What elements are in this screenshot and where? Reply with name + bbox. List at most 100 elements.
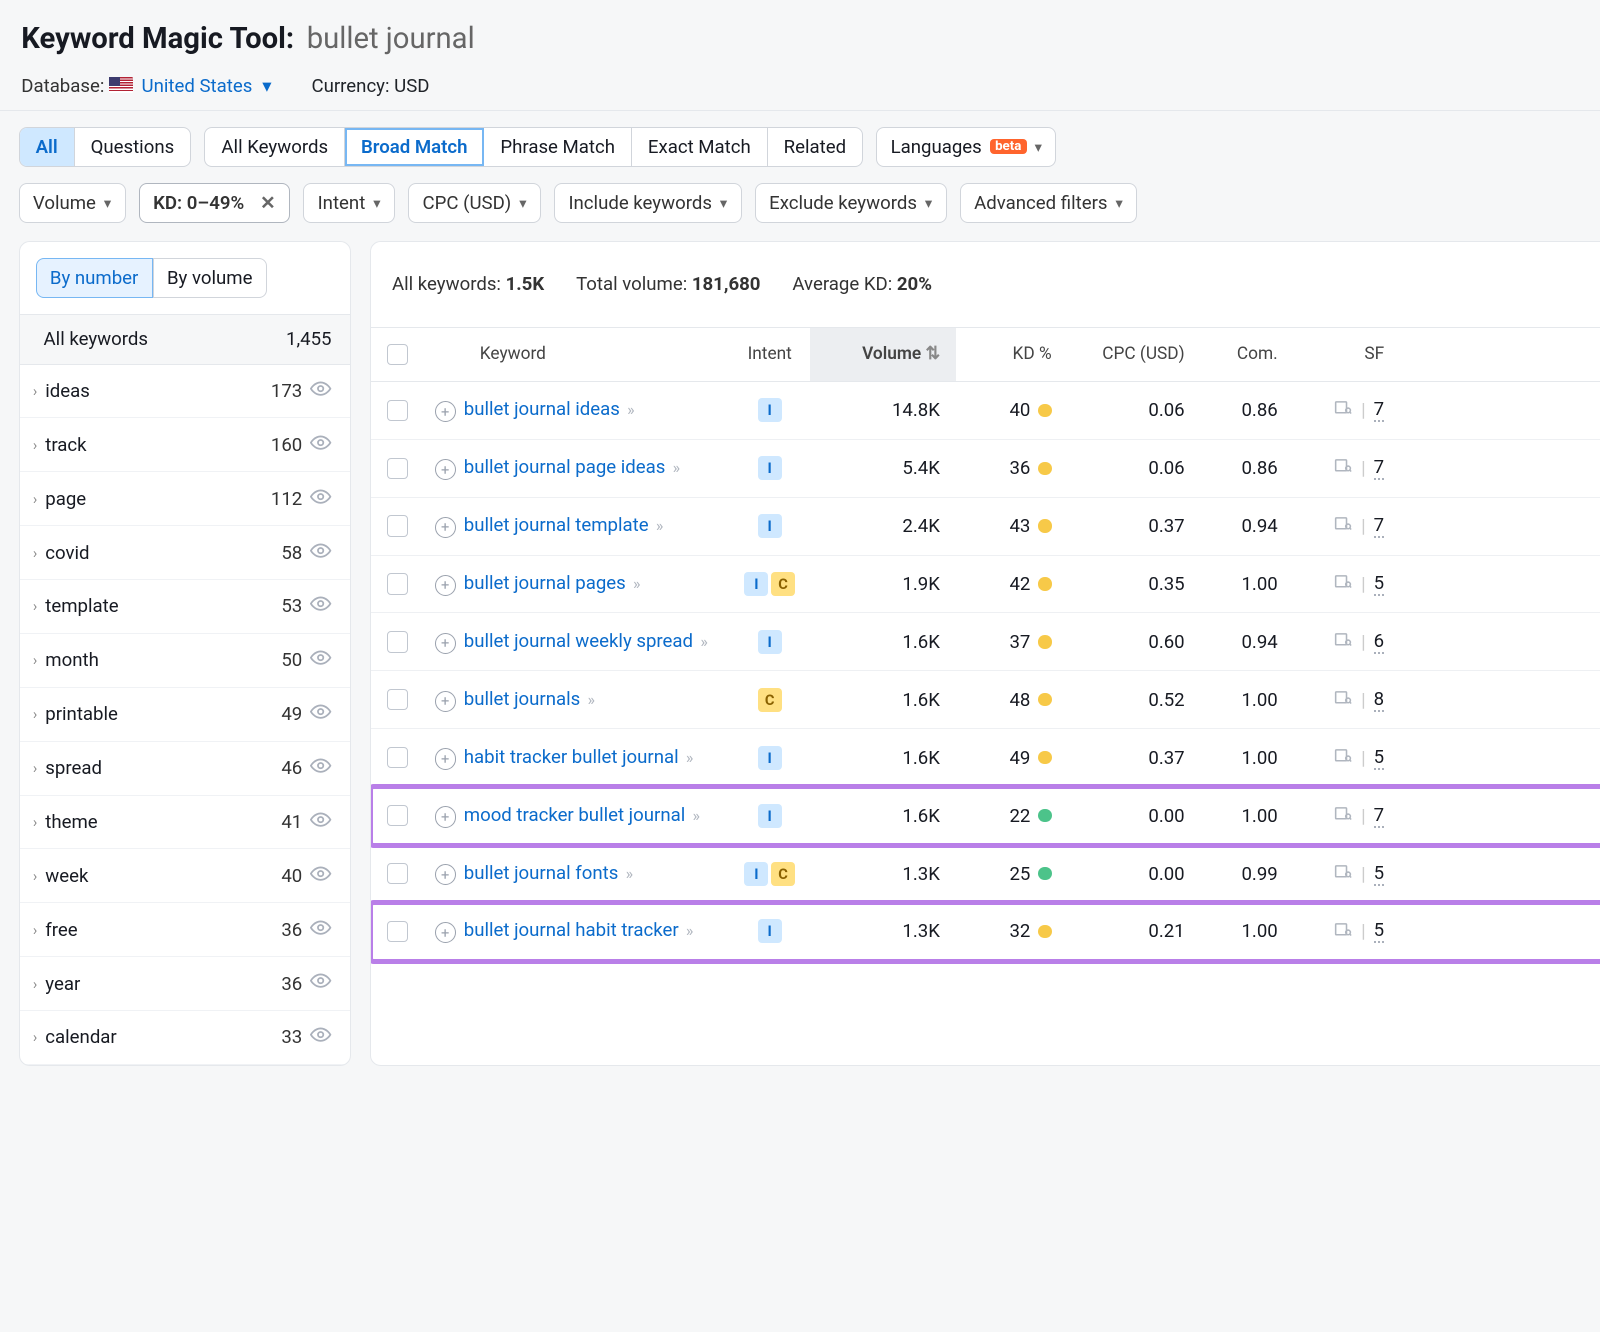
toggle-by-volume[interactable]: By volume bbox=[153, 258, 267, 298]
row-checkbox[interactable] bbox=[387, 863, 408, 884]
col-updated[interactable]: Updated bbox=[1395, 328, 1600, 381]
tab-broad-match[interactable]: Broad Match bbox=[345, 128, 484, 166]
eye-icon[interactable] bbox=[310, 593, 331, 619]
col-com[interactable]: Com. bbox=[1195, 328, 1288, 381]
eye-icon[interactable] bbox=[310, 970, 331, 996]
cell-sf[interactable]: | 5 bbox=[1288, 919, 1394, 943]
sidebar-item[interactable]: › week 40 bbox=[20, 849, 351, 903]
row-checkbox[interactable] bbox=[387, 805, 408, 826]
sidebar-item[interactable]: › page 112 bbox=[20, 472, 351, 526]
sidebar-item[interactable]: › theme 41 bbox=[20, 796, 351, 850]
filter-exclude[interactable]: Exclude keywords▾ bbox=[755, 183, 947, 223]
tab-exact-match[interactable]: Exact Match bbox=[632, 128, 768, 166]
tab-phrase-match[interactable]: Phrase Match bbox=[484, 128, 632, 166]
keyword-link[interactable]: mood tracker bullet journal bbox=[464, 804, 685, 826]
keyword-link[interactable]: habit tracker bullet journal bbox=[464, 746, 679, 768]
filter-cpc[interactable]: CPC (USD)▾ bbox=[408, 183, 541, 223]
cell-sf[interactable]: | 7 bbox=[1288, 804, 1394, 828]
add-keyword-icon[interactable]: + bbox=[435, 633, 456, 654]
filter-kd[interactable]: KD: 0–49% ✕ bbox=[139, 183, 290, 223]
keyword-link[interactable]: bullet journal page ideas bbox=[464, 456, 666, 478]
sidebar-item[interactable]: › printable 49 bbox=[20, 688, 351, 742]
filter-intent[interactable]: Intent▾ bbox=[303, 183, 395, 223]
eye-icon[interactable] bbox=[310, 755, 331, 781]
add-keyword-icon[interactable]: + bbox=[435, 748, 456, 769]
filter-advanced[interactable]: Advanced filters▾ bbox=[960, 183, 1137, 223]
sidebar-item[interactable]: › year 36 bbox=[20, 957, 351, 1011]
col-keyword[interactable]: Keyword bbox=[424, 328, 730, 381]
eye-icon[interactable] bbox=[310, 647, 331, 673]
row-checkbox[interactable] bbox=[387, 515, 408, 536]
col-kd[interactable]: KD % bbox=[956, 328, 1062, 381]
eye-icon[interactable] bbox=[310, 809, 331, 835]
cell-sf[interactable]: | 7 bbox=[1288, 456, 1394, 480]
row-checkbox[interactable] bbox=[387, 747, 408, 768]
filter-volume[interactable]: Volume▾ bbox=[19, 183, 126, 223]
keyword-link[interactable]: bullet journal pages bbox=[464, 572, 626, 594]
eye-icon[interactable] bbox=[310, 1024, 331, 1050]
add-keyword-icon[interactable]: + bbox=[435, 864, 456, 885]
row-checkbox[interactable] bbox=[387, 689, 408, 710]
sidebar-item[interactable]: › ideas 173 bbox=[20, 365, 351, 419]
filter-include[interactable]: Include keywords▾ bbox=[554, 183, 741, 223]
sidebar-item[interactable]: › template 53 bbox=[20, 580, 351, 634]
eye-icon[interactable] bbox=[310, 486, 331, 512]
sidebar-item-count: 41 bbox=[281, 811, 302, 833]
add-keyword-icon[interactable]: + bbox=[435, 401, 456, 422]
eye-icon[interactable] bbox=[310, 432, 331, 458]
close-icon[interactable]: ✕ bbox=[260, 192, 276, 214]
row-checkbox[interactable] bbox=[387, 921, 408, 942]
col-cpc[interactable]: CPC (USD) bbox=[1062, 328, 1195, 381]
add-keyword-icon[interactable]: + bbox=[435, 922, 456, 943]
add-keyword-icon[interactable]: + bbox=[435, 575, 456, 596]
add-keyword-icon[interactable]: + bbox=[435, 691, 456, 712]
eye-icon[interactable] bbox=[310, 863, 331, 889]
row-checkbox[interactable] bbox=[387, 458, 408, 479]
cell-sf[interactable]: | 7 bbox=[1288, 398, 1394, 422]
add-keyword-icon[interactable]: + bbox=[435, 517, 456, 538]
cell-sf[interactable]: | 5 bbox=[1288, 572, 1394, 596]
eye-icon[interactable] bbox=[310, 378, 331, 404]
keyword-link[interactable]: bullet journal habit tracker bbox=[464, 919, 679, 941]
sidebar-all-keywords[interactable]: All keywords 1,455 bbox=[20, 314, 351, 365]
chevrons-right-icon: » bbox=[686, 748, 693, 767]
cell-sf[interactable]: | 5 bbox=[1288, 746, 1394, 770]
add-keyword-icon[interactable]: + bbox=[435, 806, 456, 827]
sidebar-item[interactable]: › track 160 bbox=[20, 418, 351, 472]
cell-sf[interactable]: | 8 bbox=[1288, 688, 1394, 712]
toggle-by-number[interactable]: By number bbox=[36, 258, 153, 298]
sidebar-list[interactable]: › ideas 173 › track 160 › page 112 › cov… bbox=[20, 365, 351, 1065]
sidebar-item[interactable]: › covid 58 bbox=[20, 526, 351, 580]
select-all-checkbox[interactable] bbox=[387, 344, 408, 365]
keyword-link[interactable]: bullet journal ideas bbox=[464, 398, 620, 420]
row-checkbox[interactable] bbox=[387, 573, 408, 594]
cell-sf[interactable]: | 5 bbox=[1288, 862, 1394, 886]
languages-dropdown[interactable]: Languages beta ▾ bbox=[876, 127, 1056, 167]
tab-questions[interactable]: Questions bbox=[75, 128, 191, 166]
eye-icon[interactable] bbox=[310, 540, 331, 566]
col-volume[interactable]: Volume ⇅ bbox=[810, 328, 956, 381]
sidebar-item[interactable]: › free 36 bbox=[20, 903, 351, 957]
row-checkbox[interactable] bbox=[387, 631, 408, 652]
keyword-link[interactable]: bullet journal fonts bbox=[464, 862, 619, 884]
eye-icon[interactable] bbox=[310, 917, 331, 943]
keyword-link[interactable]: bullet journals bbox=[464, 688, 581, 710]
col-intent[interactable]: Intent bbox=[730, 328, 810, 381]
tab-all[interactable]: All bbox=[20, 128, 75, 166]
col-sf[interactable]: SF bbox=[1288, 328, 1394, 381]
sidebar-item[interactable]: › month 50 bbox=[20, 634, 351, 688]
eye-icon[interactable] bbox=[310, 701, 331, 727]
add-keyword-icon[interactable]: + bbox=[435, 459, 456, 480]
tab-all-keywords[interactable]: All Keywords bbox=[205, 128, 345, 166]
keyword-link[interactable]: bullet journal template bbox=[464, 514, 649, 536]
keyword-link[interactable]: bullet journal weekly spread bbox=[464, 630, 693, 652]
sidebar-item[interactable]: › calendar 33 bbox=[20, 1011, 351, 1065]
database-selector[interactable]: Database: United States ▾ bbox=[21, 75, 271, 97]
cell-sf[interactable]: | 6 bbox=[1288, 630, 1394, 654]
row-checkbox[interactable] bbox=[387, 400, 408, 421]
sidebar-item[interactable]: › spread 46 bbox=[20, 742, 351, 796]
tab-related[interactable]: Related bbox=[768, 128, 862, 166]
cell-sf[interactable]: | 7 bbox=[1288, 514, 1394, 538]
chevrons-right-icon: » bbox=[627, 400, 634, 419]
kd-dot-icon bbox=[1038, 693, 1051, 706]
